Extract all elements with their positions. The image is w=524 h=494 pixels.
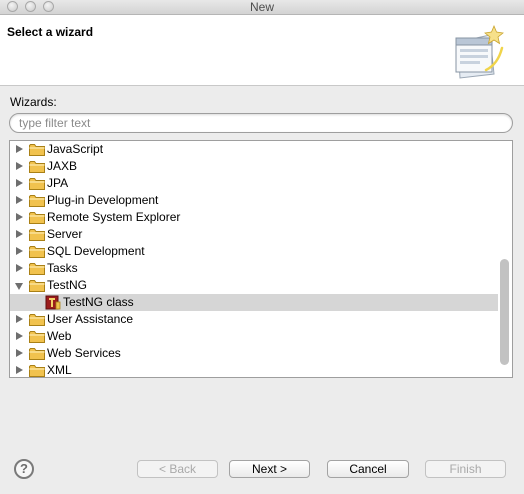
- folder-icon: [29, 348, 45, 360]
- tree-item[interactable]: Web Services: [10, 345, 498, 362]
- tree-item-label: Remote System Explorer: [47, 210, 181, 224]
- tree-item-label: SQL Development: [47, 244, 145, 258]
- tree-item-label: Web: [47, 329, 72, 343]
- tree-item[interactable]: JAXB: [10, 158, 498, 175]
- tree-item-label: Server: [47, 227, 83, 241]
- tree-item-label: Web Services: [47, 346, 121, 360]
- window-title: New: [249, 0, 274, 14]
- folder-icon: [29, 331, 45, 343]
- wizard-tree[interactable]: JavaScript JAXB JPA Plug-in Development Remo…: [9, 140, 513, 378]
- collapsed-twisty-icon[interactable]: [16, 349, 23, 357]
- tree-item-label: Tasks: [47, 261, 78, 275]
- collapsed-twisty-icon[interactable]: [16, 332, 23, 340]
- next-button[interactable]: Next >: [229, 460, 310, 478]
- tree-item-label: User Assistance: [47, 312, 134, 326]
- title-bar: New: [0, 0, 524, 15]
- back-button[interactable]: < Back: [137, 460, 218, 478]
- collapsed-twisty-icon[interactable]: [16, 145, 23, 153]
- tree-item[interactable]: Plug-in Development: [10, 192, 498, 209]
- tree-item[interactable]: SQL Development: [10, 243, 498, 260]
- tree-item[interactable]: User Assistance: [10, 311, 498, 328]
- filter-input[interactable]: [9, 113, 513, 133]
- tree-item[interactable]: Server: [10, 226, 498, 243]
- folder-icon: [29, 212, 45, 224]
- collapsed-twisty-icon[interactable]: [16, 196, 23, 204]
- tree-item[interactable]: TestNG class: [10, 294, 498, 311]
- cancel-button[interactable]: Cancel: [327, 460, 409, 478]
- tree-item[interactable]: Remote System Explorer: [10, 209, 498, 226]
- folder-icon: [29, 195, 45, 207]
- wizards-label: Wizards:: [10, 95, 57, 109]
- banner-title: Select a wizard: [7, 25, 94, 39]
- collapsed-twisty-icon[interactable]: [16, 366, 23, 374]
- wizard-banner: Select a wizard: [0, 15, 524, 86]
- folder-icon: [29, 246, 45, 258]
- folder-icon: [29, 178, 45, 190]
- tree-item[interactable]: XML: [10, 362, 498, 377]
- collapsed-twisty-icon[interactable]: [16, 213, 23, 221]
- tree-item-label: TestNG: [47, 278, 88, 292]
- folder-icon: [29, 229, 45, 241]
- folder-icon: [29, 161, 45, 173]
- tree-item[interactable]: Web: [10, 328, 498, 345]
- testng-class-icon: [45, 295, 61, 310]
- collapsed-twisty-icon[interactable]: [16, 179, 23, 187]
- collapsed-twisty-icon[interactable]: [16, 315, 23, 323]
- tree-item-label: JAXB: [47, 159, 78, 173]
- folder-icon: [29, 263, 45, 275]
- folder-icon: [29, 144, 45, 156]
- tree-item-label: Plug-in Development: [47, 193, 159, 207]
- help-icon[interactable]: ?: [14, 459, 34, 479]
- folder-icon: [29, 280, 45, 292]
- tree-item-label: TestNG class: [63, 295, 134, 309]
- tree-item[interactable]: TestNG: [10, 277, 498, 294]
- tree-item[interactable]: JavaScript: [10, 141, 498, 158]
- tree-item[interactable]: JPA: [10, 175, 498, 192]
- folder-icon: [29, 314, 45, 326]
- collapsed-twisty-icon[interactable]: [16, 247, 23, 255]
- wizard-icon: [455, 24, 504, 79]
- collapsed-twisty-icon[interactable]: [16, 264, 23, 272]
- collapsed-twisty-icon[interactable]: [16, 230, 23, 238]
- tree-item-label: XML: [47, 363, 72, 377]
- finish-button[interactable]: Finish: [425, 460, 506, 478]
- tree-scrollbar[interactable]: [500, 259, 509, 365]
- expanded-twisty-icon[interactable]: [15, 283, 23, 290]
- collapsed-twisty-icon[interactable]: [16, 162, 23, 170]
- folder-icon: [29, 365, 45, 377]
- tree-item-label: JavaScript: [47, 142, 104, 156]
- tree-item-label: JPA: [47, 176, 69, 190]
- tree-item[interactable]: Tasks: [10, 260, 498, 277]
